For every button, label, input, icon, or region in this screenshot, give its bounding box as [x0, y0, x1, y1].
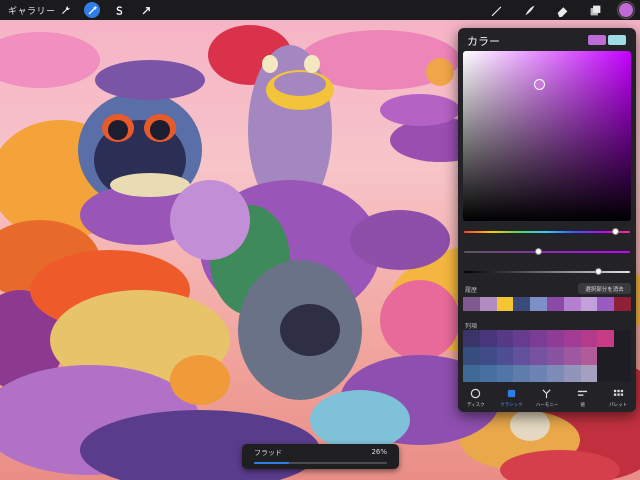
palette-grid — [463, 330, 631, 382]
tab-palette[interactable]: パレット — [600, 385, 636, 412]
palette-swatch[interactable] — [563, 364, 581, 382]
palette-swatch[interactable] — [479, 330, 497, 348]
color-picker-knob[interactable] — [534, 79, 545, 90]
palette-swatch[interactable] — [614, 364, 631, 382]
palette-swatch[interactable] — [563, 347, 581, 365]
palette-swatch[interactable] — [513, 364, 531, 382]
color-button[interactable] — [618, 2, 634, 18]
palette-label: 列項 — [465, 323, 478, 330]
brightness-knob[interactable] — [594, 268, 602, 275]
palette-swatch[interactable] — [496, 347, 514, 365]
history-swatch[interactable] — [580, 297, 598, 311]
palette-grid-icon — [613, 389, 623, 396]
tab-label: クラシック — [500, 403, 523, 408]
history-swatch[interactable] — [513, 297, 531, 311]
harmony-icon — [542, 389, 552, 399]
palette-swatch[interactable] — [546, 347, 564, 365]
tab-label: パレット — [609, 403, 628, 408]
palette-swatch[interactable] — [496, 364, 514, 382]
history-swatch[interactable] — [614, 297, 631, 311]
history-swatch[interactable] — [597, 297, 615, 311]
palette-swatch[interactable] — [463, 364, 480, 382]
panel-title: カラー — [467, 35, 500, 48]
brush-icon[interactable] — [488, 2, 504, 18]
previous-color-swatch[interactable] — [608, 35, 626, 45]
magic-wand-icon[interactable] — [84, 2, 100, 18]
flood-slider-fill — [254, 462, 289, 464]
palette-swatch[interactable] — [614, 347, 631, 365]
history-swatch[interactable] — [496, 297, 514, 311]
history-label: 履歴 — [465, 287, 478, 294]
color-history — [463, 297, 631, 311]
transform-arrow-icon[interactable] — [138, 2, 154, 18]
saturation-value-picker[interactable] — [463, 51, 631, 221]
clear-history-button[interactable]: 選択部分を消去 — [578, 283, 631, 294]
palette-swatch[interactable] — [530, 347, 547, 365]
palette-swatch[interactable] — [580, 364, 598, 382]
tab-disc[interactable]: ディスク — [458, 385, 494, 412]
palette-swatch[interactable] — [513, 330, 531, 348]
palette-swatch[interactable] — [563, 330, 581, 348]
wrench-icon[interactable] — [57, 2, 73, 18]
flood-label: フラッド — [254, 449, 282, 457]
tab-harmony[interactable]: ハーモニー — [529, 385, 565, 412]
selection-s-icon[interactable] — [111, 2, 127, 18]
eraser-icon[interactable] — [554, 2, 570, 18]
history-swatch[interactable] — [563, 297, 581, 311]
history-swatch[interactable] — [479, 297, 497, 311]
palette-swatch[interactable] — [614, 330, 631, 348]
disc-icon — [471, 388, 481, 399]
palette-swatch[interactable] — [580, 347, 598, 365]
tab-label: 値 — [580, 403, 585, 408]
palette-swatch[interactable] — [530, 330, 547, 348]
tab-label: ディスク — [466, 403, 485, 408]
tab-label: ハーモニー — [535, 403, 559, 408]
palette-swatch[interactable] — [479, 347, 497, 365]
palette-swatch[interactable] — [463, 330, 480, 348]
tab-value[interactable]: 値 — [565, 385, 601, 412]
gallery-button[interactable]: ギャラリー — [8, 4, 56, 17]
saturation-knob[interactable] — [535, 248, 543, 255]
history-swatch[interactable] — [530, 297, 547, 311]
value-sliders-icon — [577, 390, 588, 396]
brightness-slider[interactable] — [464, 268, 630, 275]
palette-swatch[interactable] — [513, 347, 531, 365]
palette-swatch[interactable] — [597, 364, 615, 382]
top-toolbar: ギャラリー — [0, 0, 640, 20]
color-panel: カラー 履歴 選択部分を消去 列項 ディスク クラシック ハーモニー 値 パレッ… — [458, 28, 636, 412]
color-mode-tabs: ディスク クラシック ハーモニー 値 パレット — [458, 385, 636, 412]
flood-value: 26% — [371, 448, 387, 456]
tab-classic[interactable]: クラシック — [494, 385, 530, 412]
palette-swatch[interactable] — [546, 364, 564, 382]
palette-swatch[interactable] — [580, 330, 598, 348]
current-color-swatch[interactable] — [588, 35, 606, 45]
history-swatch[interactable] — [546, 297, 564, 311]
flood-fill-threshold[interactable]: フラッド 26% — [242, 444, 399, 469]
hue-slider[interactable] — [464, 228, 630, 235]
layers-icon[interactable] — [587, 2, 603, 18]
palette-swatch[interactable] — [546, 330, 564, 348]
smudge-icon[interactable] — [521, 2, 537, 18]
history-swatch[interactable] — [463, 297, 480, 311]
palette-swatch[interactable] — [463, 347, 480, 365]
flood-slider[interactable] — [254, 462, 387, 464]
palette-swatch[interactable] — [479, 364, 497, 382]
palette-swatch[interactable] — [597, 347, 615, 365]
saturation-slider[interactable] — [464, 248, 630, 255]
hue-knob[interactable] — [611, 228, 619, 235]
palette-swatch[interactable] — [496, 330, 514, 348]
classic-icon — [507, 389, 516, 398]
palette-swatch[interactable] — [530, 364, 547, 382]
palette-swatch[interactable] — [597, 330, 615, 348]
